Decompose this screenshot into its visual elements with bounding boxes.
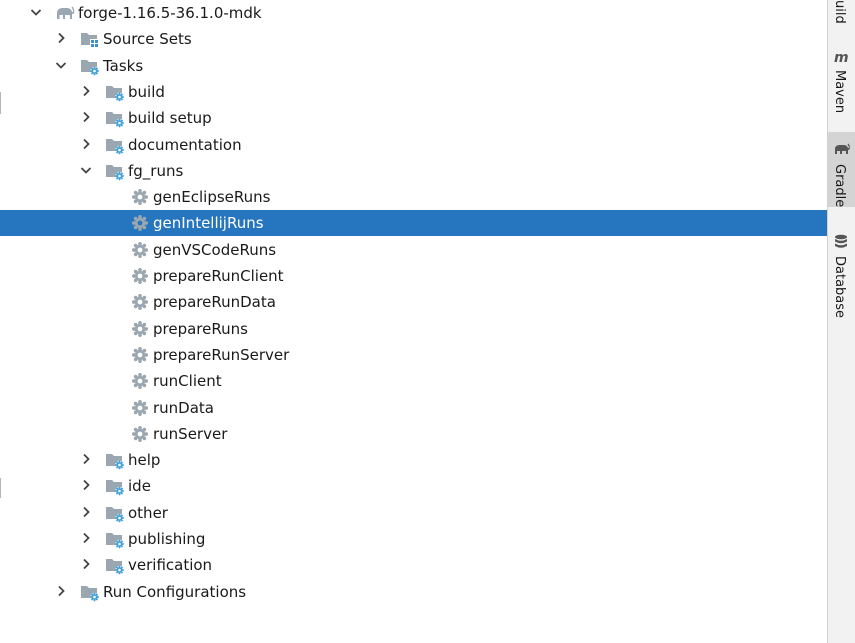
tree-node-label: fg_runs xyxy=(128,162,184,180)
gear-icon xyxy=(130,266,150,286)
tree-node-label: prepareRunData xyxy=(153,293,276,311)
tree-node[interactable]: Source Sets xyxy=(0,26,828,52)
tree-node-label: genEclipseRuns xyxy=(153,188,271,206)
source-sets-folder-icon xyxy=(80,29,100,49)
tree-node-label: prepareRunClient xyxy=(153,267,284,285)
chevron-right-icon[interactable] xyxy=(78,473,94,499)
gradle-tab-label: Gradle xyxy=(832,164,847,208)
run-config-folder-icon xyxy=(80,582,100,602)
database-icon xyxy=(834,234,848,253)
tree-node[interactable]: genEclipseRuns xyxy=(0,184,828,210)
chevron-right-icon[interactable] xyxy=(78,132,94,158)
chevron-right-icon[interactable] xyxy=(78,79,94,105)
gear-icon xyxy=(130,424,150,444)
left-edge-mark xyxy=(0,92,1,114)
chevron-down-icon[interactable] xyxy=(53,53,69,79)
tree-node-label: genVSCodeRuns xyxy=(153,241,277,259)
tree-node-label: verification xyxy=(128,556,213,574)
database-tool-tab[interactable]: Database xyxy=(828,230,855,320)
build-tab-label: uild xyxy=(832,0,847,24)
tree-node-label: Run Configurations xyxy=(103,583,247,601)
tree-node-label: runServer xyxy=(153,425,228,443)
gear-icon xyxy=(130,240,150,260)
maven-tool-tab[interactable]: m Maven xyxy=(828,48,855,118)
chevron-right-icon[interactable] xyxy=(78,500,94,526)
left-edge-mark xyxy=(0,478,1,498)
right-tool-window-bar: uild m Maven Gradle Database xyxy=(827,0,855,643)
task-folder-icon xyxy=(105,503,125,523)
tree-node[interactable]: build xyxy=(0,79,828,105)
maven-icon: m xyxy=(834,50,849,66)
gear-icon xyxy=(130,345,150,365)
tree-node-label: build xyxy=(128,83,165,101)
task-folder-icon xyxy=(80,56,100,76)
tree-node[interactable]: runData xyxy=(0,395,828,421)
tree-node[interactable]: fg_runs xyxy=(0,158,828,184)
gradle-elephant-icon xyxy=(55,3,75,23)
gear-icon xyxy=(130,371,150,391)
task-folder-icon xyxy=(105,82,125,102)
chevron-right-icon[interactable] xyxy=(78,105,94,131)
tree-node[interactable]: Tasks xyxy=(0,53,828,79)
tree-node[interactable]: genVSCodeRuns xyxy=(0,237,828,263)
tree-node-label: Source Sets xyxy=(103,30,192,48)
tree-node[interactable]: genIntellijRuns xyxy=(0,210,828,236)
tree-node[interactable]: runClient xyxy=(0,368,828,394)
chevron-right-icon[interactable] xyxy=(78,526,94,552)
tree-node-label: genIntellijRuns xyxy=(153,214,264,232)
tree-node[interactable]: build setup xyxy=(0,105,828,131)
gear-icon xyxy=(130,187,150,207)
maven-tab-label: Maven xyxy=(832,70,847,114)
gear-icon xyxy=(130,319,150,339)
tree-node[interactable]: prepareRunServer xyxy=(0,342,828,368)
chevron-right-icon[interactable] xyxy=(78,552,94,578)
tree-node-label: documentation xyxy=(128,136,242,154)
tree-node-label: Tasks xyxy=(103,57,144,75)
tree-node-label: prepareRuns xyxy=(153,320,248,338)
tree-node-label: runClient xyxy=(153,372,222,390)
task-folder-icon xyxy=(105,161,125,181)
tree-node-label: forge-1.16.5-36.1.0-mdk xyxy=(78,4,262,22)
gradle-tool-tab[interactable]: Gradle xyxy=(828,132,855,207)
tree-node-label: ide xyxy=(128,477,151,495)
chevron-down-icon[interactable] xyxy=(78,158,94,184)
gradle-elephant-icon xyxy=(833,142,850,160)
gear-icon xyxy=(130,292,150,312)
gear-icon xyxy=(130,398,150,418)
tree-node[interactable]: forge-1.16.5-36.1.0-mdk xyxy=(0,0,828,26)
task-folder-icon xyxy=(105,476,125,496)
tree-node-label: help xyxy=(128,451,161,469)
tree-node[interactable]: runServer xyxy=(0,421,828,447)
chevron-right-icon[interactable] xyxy=(53,26,69,52)
chevron-down-icon[interactable] xyxy=(28,0,44,26)
tree-node[interactable]: other xyxy=(0,500,828,526)
build-tool-tab[interactable]: uild xyxy=(828,0,855,28)
chevron-right-icon[interactable] xyxy=(53,579,69,605)
tree-node[interactable]: prepareRunClient xyxy=(0,263,828,289)
task-folder-icon xyxy=(105,450,125,470)
tree-node[interactable]: publishing xyxy=(0,526,828,552)
tree-node[interactable]: prepareRunData xyxy=(0,289,828,315)
gear-icon xyxy=(130,213,150,233)
gradle-tree[interactable]: forge-1.16.5-36.1.0-mdk Source Sets Tasks b… xyxy=(0,0,828,643)
task-folder-icon xyxy=(105,529,125,549)
tree-node-label: publishing xyxy=(128,530,206,548)
tree-node-label: prepareRunServer xyxy=(153,346,290,364)
tree-node[interactable]: ide xyxy=(0,473,828,499)
task-folder-icon xyxy=(105,555,125,575)
task-folder-icon xyxy=(105,135,125,155)
tree-node[interactable]: documentation xyxy=(0,132,828,158)
tree-node-label: other xyxy=(128,504,168,522)
tree-node[interactable]: help xyxy=(0,447,828,473)
tree-node[interactable]: verification xyxy=(0,552,828,578)
chevron-right-icon[interactable] xyxy=(78,447,94,473)
task-folder-icon xyxy=(105,108,125,128)
tree-node-label: build setup xyxy=(128,109,212,127)
tree-node-label: runData xyxy=(153,399,214,417)
tree-node[interactable]: Run Configurations xyxy=(0,579,828,605)
tree-node[interactable]: prepareRuns xyxy=(0,316,828,342)
database-tab-label: Database xyxy=(832,256,847,319)
